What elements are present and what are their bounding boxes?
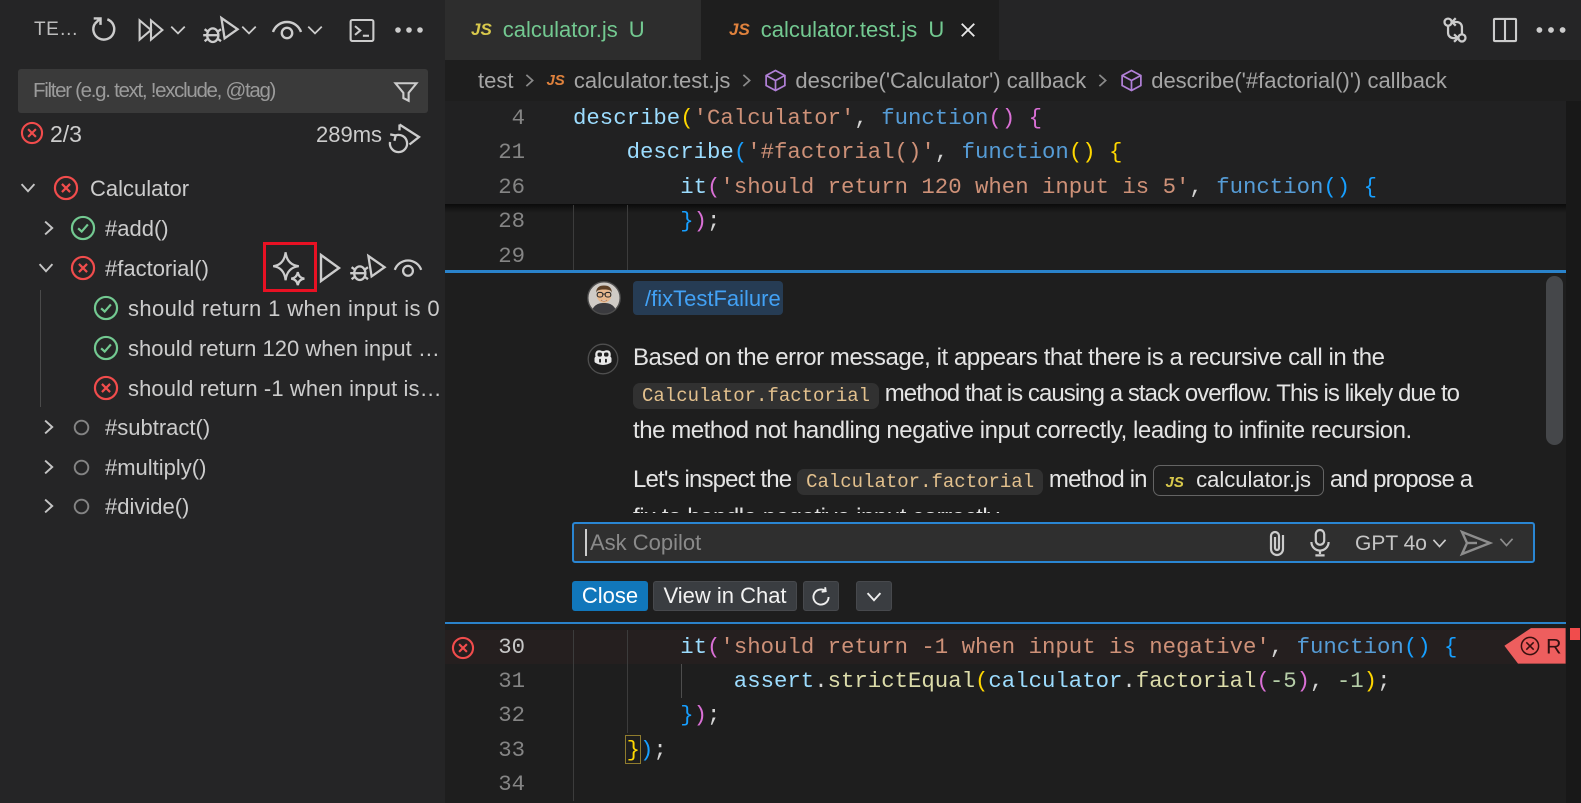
- svg-text:R: R: [1546, 635, 1562, 659]
